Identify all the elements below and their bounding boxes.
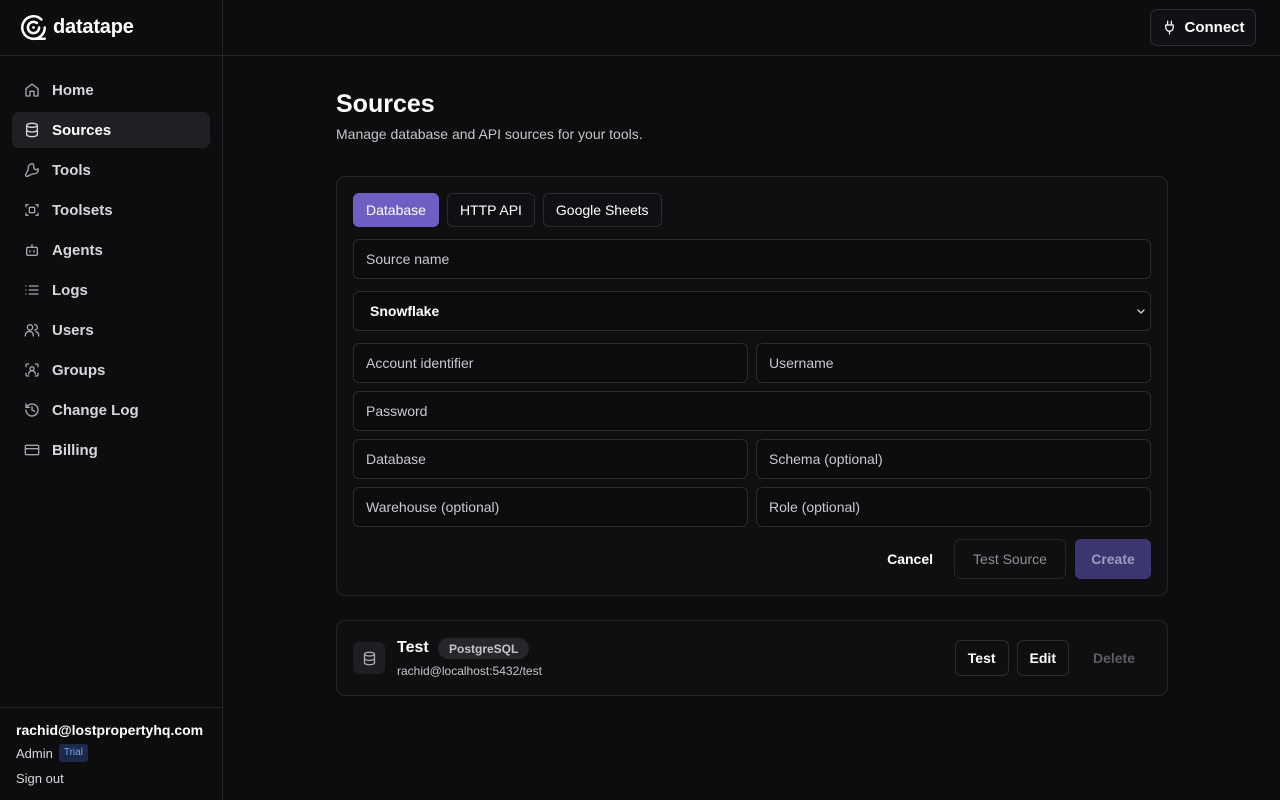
connect-button[interactable]: Connect (1150, 9, 1256, 46)
source-actions: Test Edit Delete (954, 640, 1151, 676)
sidebar-item-label: Billing (52, 441, 98, 459)
chevron-down-icon (1136, 306, 1146, 316)
sidebar-item-label: Agents (52, 241, 103, 259)
list-icon (24, 282, 40, 298)
sidebar-item-toolsets[interactable]: Toolsets (12, 192, 210, 228)
database-icon (353, 642, 385, 674)
database-type-value: Snowflake (370, 303, 440, 319)
sidebar-item-groups[interactable]: Groups (12, 352, 210, 388)
brand[interactable]: datatape (0, 0, 222, 56)
sidebar-item-change-log[interactable]: Change Log (12, 392, 210, 428)
sidebar: datatape Home Sources Tools Toolsets Age… (0, 0, 223, 800)
history-icon (24, 402, 40, 418)
brand-name: datatape (53, 16, 134, 38)
source-type-tabs: Database HTTP API Google Sheets (353, 193, 662, 227)
user-role: Admin (16, 745, 53, 761)
create-button[interactable]: Create (1075, 539, 1151, 579)
sidebar-item-label: Change Log (52, 401, 139, 419)
sidebar-item-label: Groups (52, 361, 106, 379)
page-subtitle: Manage database and API sources for your… (336, 126, 643, 142)
sidebar-item-sources[interactable]: Sources (12, 112, 210, 148)
sidebar-item-label: Toolsets (52, 201, 113, 219)
datatape-logo-icon (20, 14, 47, 41)
sidebar-item-users[interactable]: Users (12, 312, 210, 348)
warehouse-input[interactable] (353, 487, 748, 527)
form-actions: Cancel Test Source Create (887, 539, 1151, 579)
role-input[interactable] (756, 487, 1151, 527)
groups-icon (24, 362, 40, 378)
sidebar-item-billing[interactable]: Billing (12, 432, 210, 468)
sidebar-item-label: Logs (52, 281, 88, 299)
sidebar-item-label: Home (52, 81, 94, 99)
database-type-select[interactable]: Snowflake (353, 291, 1151, 331)
bot-icon (24, 242, 40, 258)
edit-button[interactable]: Edit (1016, 640, 1069, 676)
sidebar-item-logs[interactable]: Logs (12, 272, 210, 308)
source-connection-string: rachid@localhost:5432/test (397, 664, 542, 678)
sidebar-item-label: Users (52, 321, 94, 339)
user-panel: rachid@lostpropertyhq.com Admin Trial Si… (0, 707, 222, 800)
tab-google-sheets[interactable]: Google Sheets (542, 193, 662, 227)
test-button[interactable]: Test (954, 640, 1009, 676)
username-input[interactable] (756, 343, 1151, 383)
database-icon (24, 122, 40, 138)
password-input[interactable] (353, 391, 1151, 431)
sidebar-item-label: Sources (52, 121, 112, 139)
new-source-form: Database HTTP API Google Sheets Snowflak… (336, 176, 1168, 596)
tab-http-api[interactable]: HTTP API (446, 193, 535, 227)
home-icon (24, 82, 40, 98)
toolsets-icon (24, 202, 40, 218)
sign-out-link[interactable]: Sign out (16, 771, 64, 786)
cancel-button[interactable]: Cancel (887, 551, 933, 567)
source-name: Test (397, 639, 429, 656)
user-email: rachid@lostpropertyhq.com (16, 722, 204, 738)
sidebar-item-home[interactable]: Home (12, 72, 210, 108)
test-source-button[interactable]: Test Source (954, 539, 1066, 579)
user-role-row: Admin Trial (16, 744, 206, 762)
plug-icon (1162, 20, 1177, 35)
database-input[interactable] (353, 439, 748, 479)
sidebar-item-tools[interactable]: Tools (12, 152, 210, 188)
users-icon (24, 322, 40, 338)
schema-input[interactable] (756, 439, 1151, 479)
wrench-icon (24, 162, 40, 178)
source-list-item: Test PostgreSQL rachid@localhost:5432/te… (336, 620, 1168, 696)
sidebar-item-agents[interactable]: Agents (12, 232, 210, 268)
credit-card-icon (24, 442, 40, 458)
source-name-input[interactable] (353, 239, 1151, 279)
account-identifier-input[interactable] (353, 343, 748, 383)
plan-badge: Trial (58, 744, 88, 762)
delete-button[interactable]: Delete (1077, 640, 1151, 676)
connect-label: Connect (1184, 19, 1245, 36)
sidebar-nav: Home Sources Tools Toolsets Agents Logs … (0, 56, 222, 468)
source-type-badge: PostgreSQL (438, 638, 530, 659)
topbar: Connect (223, 0, 1280, 56)
page-title: Sources (336, 90, 435, 118)
tab-database[interactable]: Database (353, 193, 439, 227)
sidebar-item-label: Tools (52, 161, 91, 179)
main-content: Sources Manage database and API sources … (336, 88, 1168, 696)
